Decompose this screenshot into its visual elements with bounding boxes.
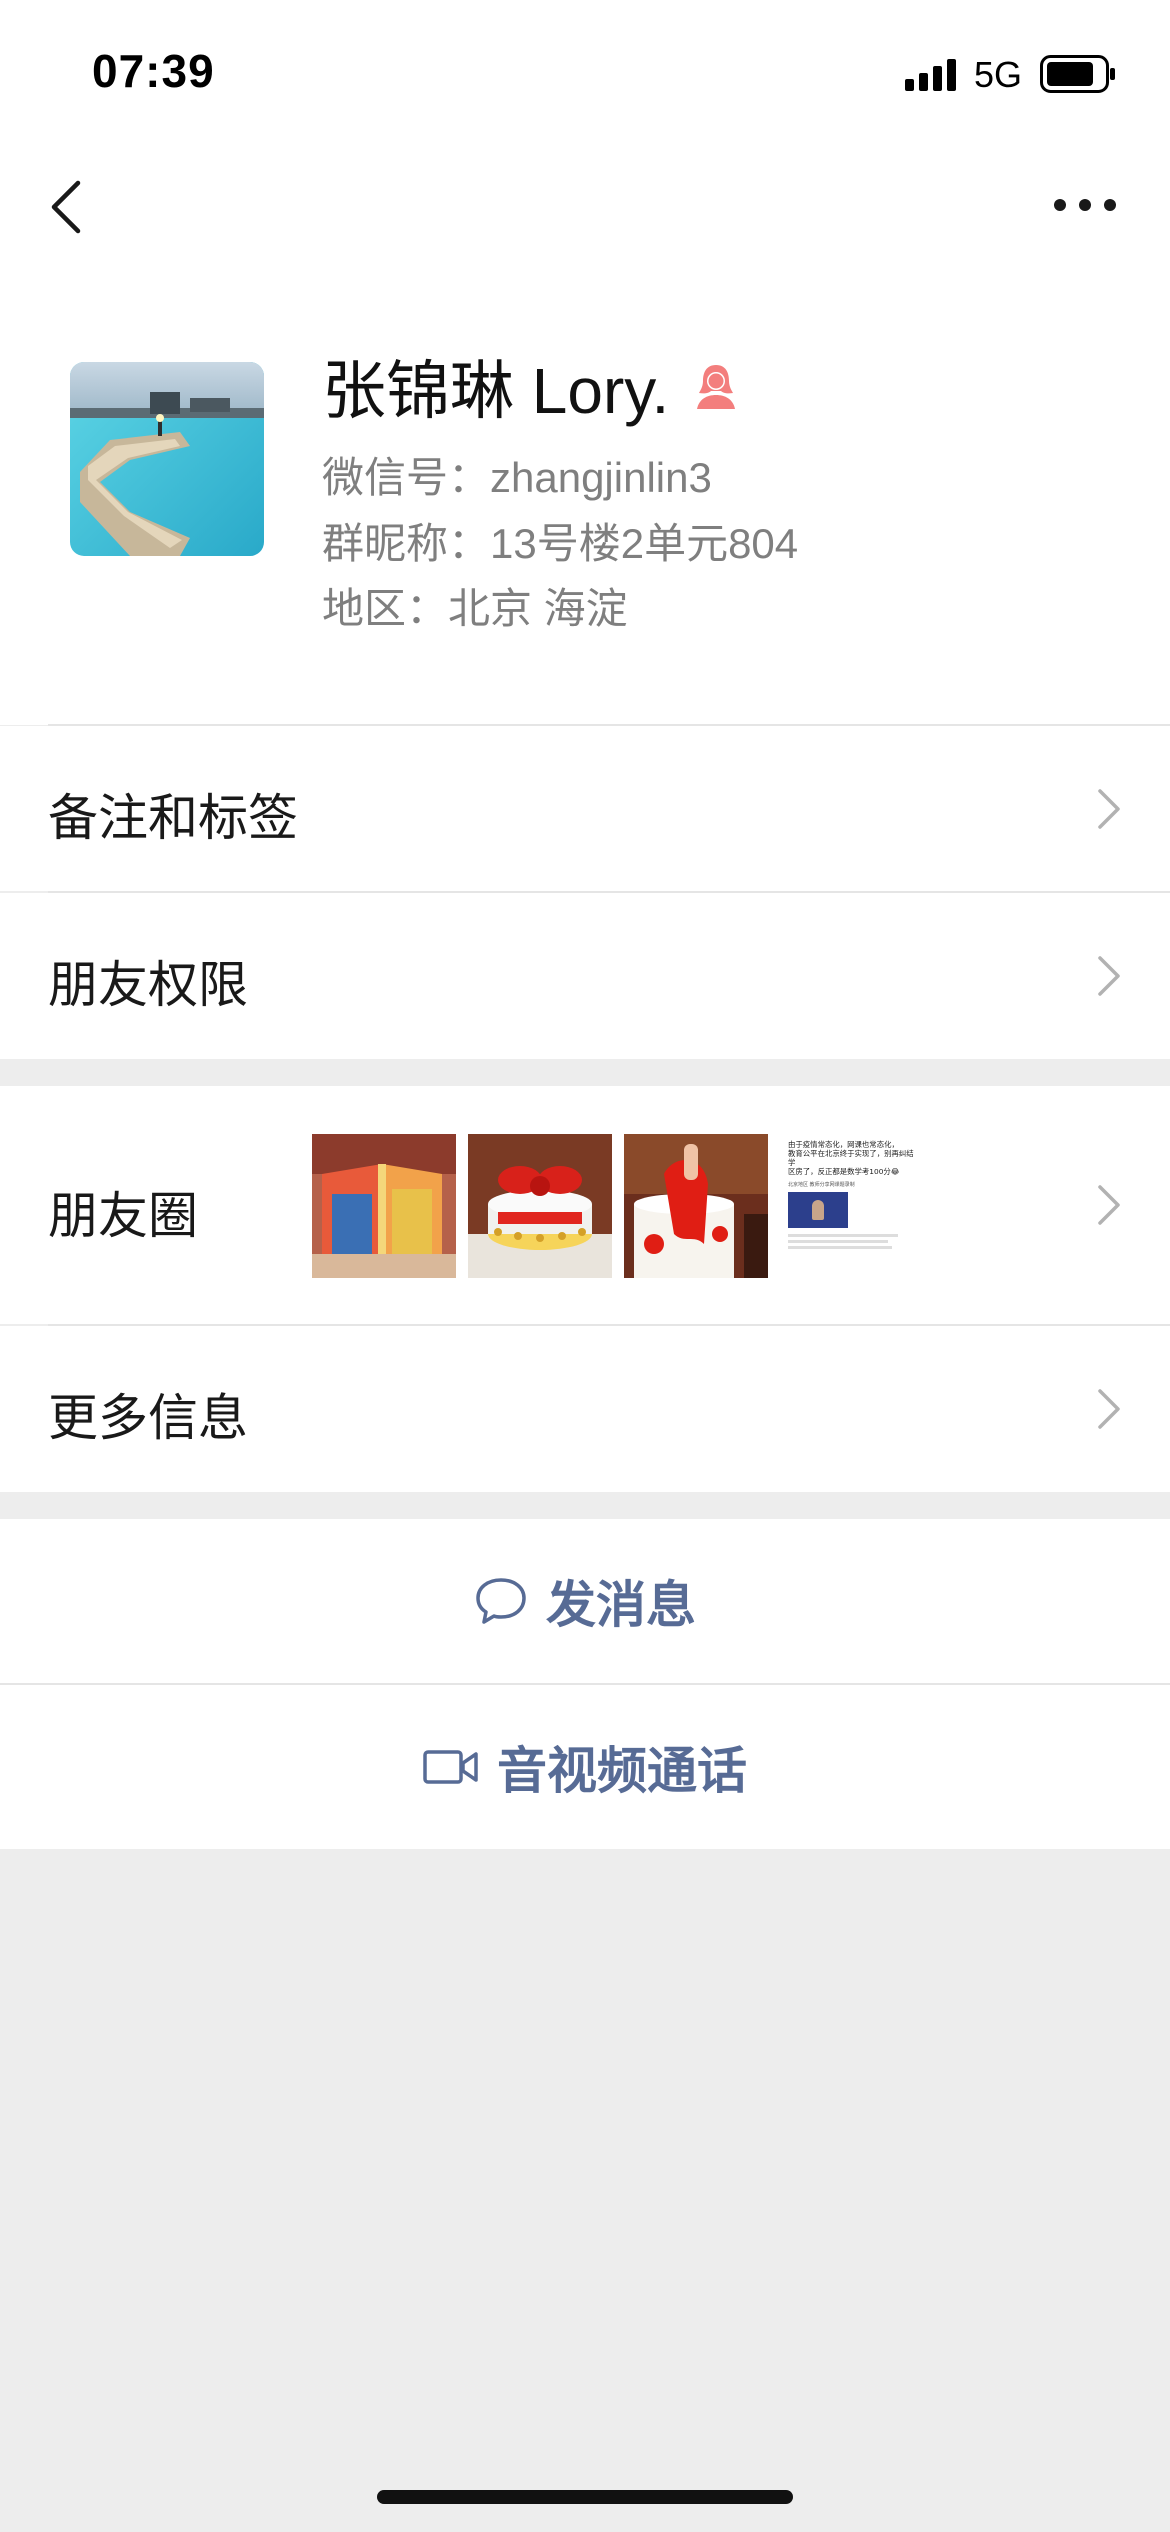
avatar[interactable] xyxy=(70,362,264,556)
profile-name: 张锦琳 Lory. xyxy=(322,355,670,427)
send-message-button[interactable]: 发消息 xyxy=(0,1519,1170,1683)
moments-label: 朋友圈 xyxy=(48,1188,198,1244)
article-caption: 北京地区 教师分享网课题录制 xyxy=(788,1182,855,1188)
moments-thumbnail[interactable] xyxy=(624,1134,768,1278)
battery-icon xyxy=(1040,55,1115,93)
more-info-row[interactable]: 更多信息 xyxy=(0,1326,1170,1492)
chat-bubble-icon xyxy=(476,1578,526,1624)
friend-permissions-row[interactable]: 朋友权限 xyxy=(0,893,1170,1059)
article-video-thumb xyxy=(788,1192,848,1228)
avatar-image xyxy=(70,362,264,556)
chevron-right-icon xyxy=(1098,789,1120,829)
network-type: 5G xyxy=(974,54,1023,95)
moments-thumbnail[interactable]: 由于疫情常态化，网课也常态化， 教育公平在北京终于实现了，别再纠结学 区房了，反… xyxy=(780,1134,924,1278)
moments-thumbnail[interactable] xyxy=(312,1134,456,1278)
wechat-id: 微信号：zhangjinlin3 xyxy=(322,454,712,501)
chevron-right-icon xyxy=(1098,1185,1120,1225)
cake-red-bow-image xyxy=(468,1134,612,1278)
video-call-button[interactable]: 音视频通话 xyxy=(0,1685,1170,1849)
article-line: 由于疫情常态化，网课也常态化， xyxy=(788,1140,899,1149)
signal-icon xyxy=(905,59,956,91)
home-indicator[interactable] xyxy=(377,2490,793,2504)
remarks-and-tags-label: 备注和标签 xyxy=(48,790,298,846)
cake-cutting-image xyxy=(624,1134,768,1278)
article-line: 区房了，反正都是数学考100分😂 xyxy=(788,1167,900,1176)
female-gender-icon xyxy=(697,365,736,409)
profile-name-row: 张锦琳 Lory. xyxy=(322,346,741,427)
chevron-right-icon xyxy=(1098,956,1120,996)
gift-box-image xyxy=(312,1134,456,1278)
article-line: 教育公平在北京终于实现了，别再纠结学 xyxy=(788,1149,914,1167)
region: 地区：北京 海淀 xyxy=(322,585,628,632)
friend-permissions-label: 朋友权限 xyxy=(48,957,248,1013)
status-time: 07:39 xyxy=(92,45,215,97)
moments-thumbnail[interactable] xyxy=(468,1134,612,1278)
video-camera-icon xyxy=(423,1750,478,1784)
send-message-label: 发消息 xyxy=(546,1577,696,1633)
group-nickname: 群昵称：13号楼2单元804 xyxy=(322,520,799,567)
more-options-icon[interactable] xyxy=(1050,190,1120,220)
chevron-right-icon xyxy=(1098,1389,1120,1429)
more-info-label: 更多信息 xyxy=(48,1390,248,1446)
back-icon[interactable] xyxy=(42,175,92,239)
video-call-label: 音视频通话 xyxy=(497,1743,747,1799)
remarks-and-tags-row[interactable]: 备注和标签 xyxy=(0,726,1170,891)
